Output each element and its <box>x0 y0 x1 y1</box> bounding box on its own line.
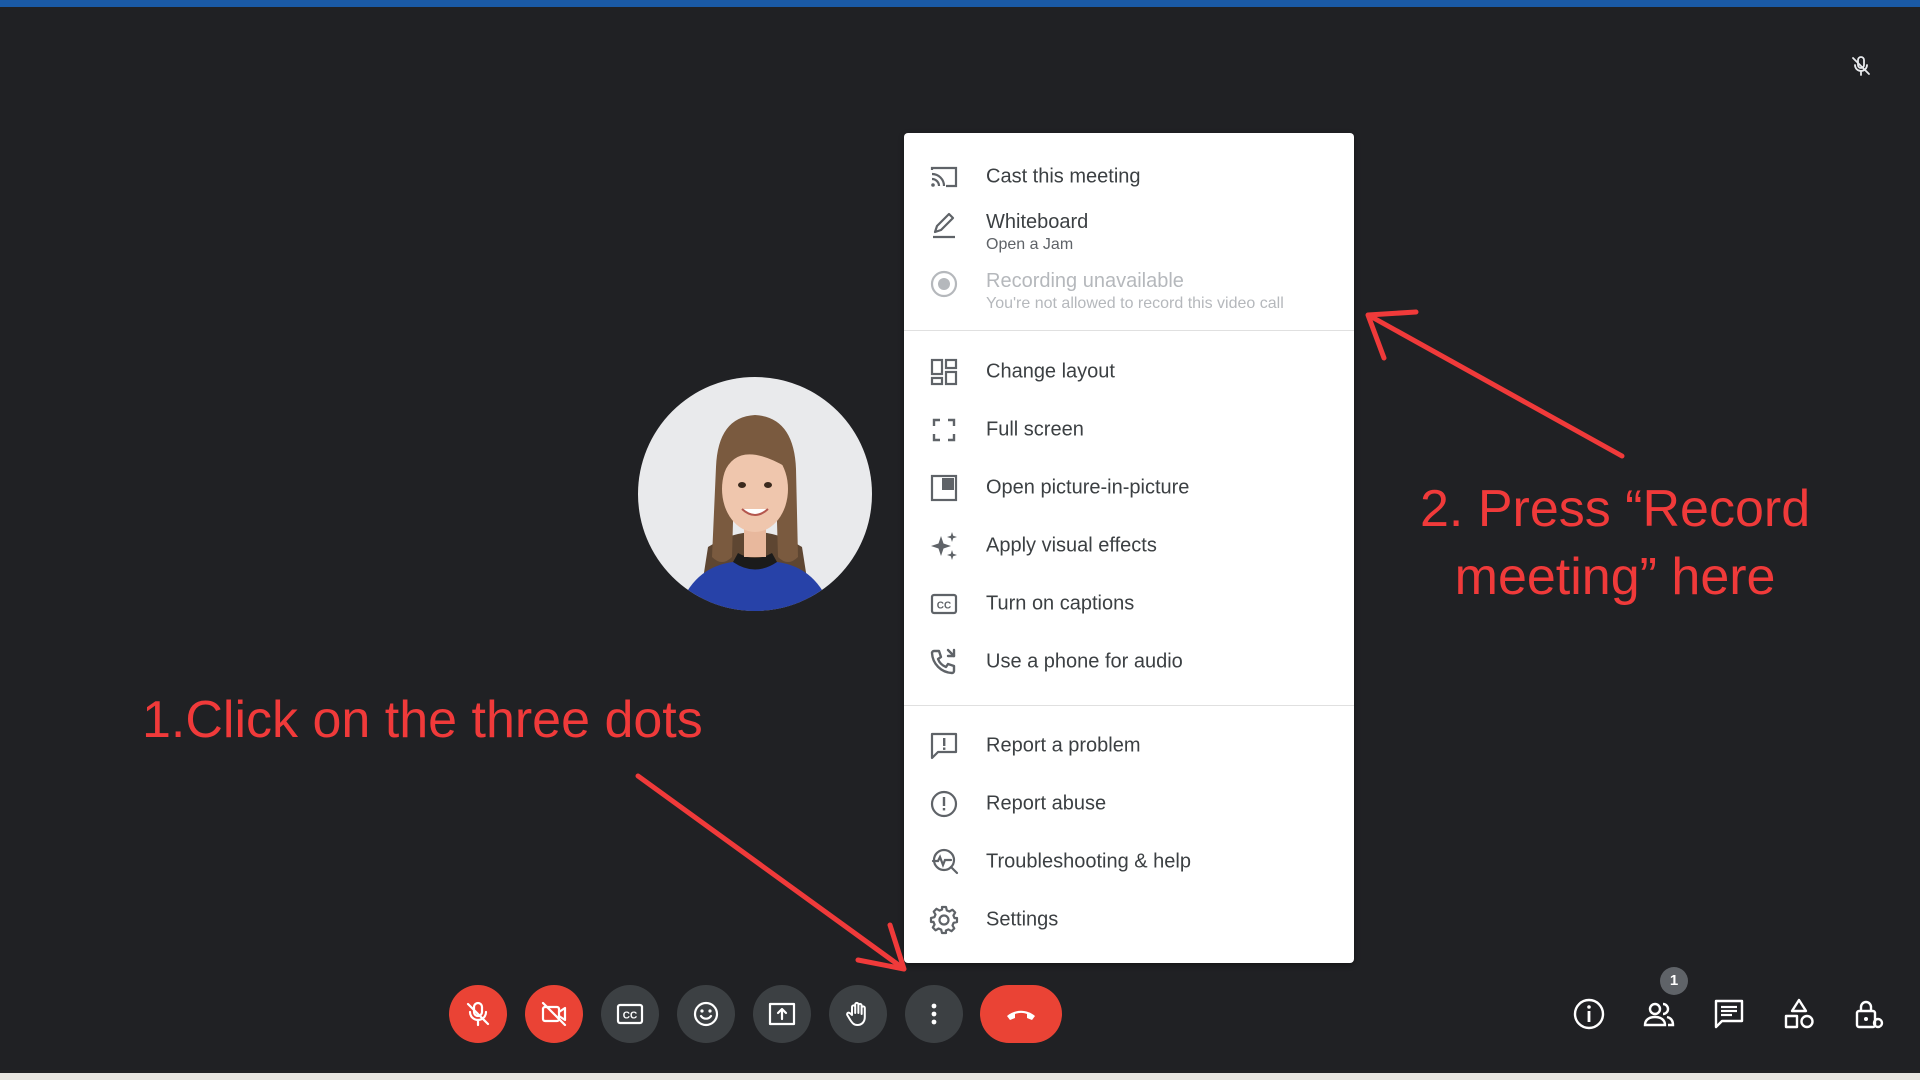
emoji-icon <box>693 1001 719 1027</box>
menu-item-full-screen[interactable]: Full screen <box>904 401 1354 459</box>
menu-item-change-layout[interactable]: Change layout <box>904 343 1354 401</box>
annotation-step-2-line-1: 2. Press “Record <box>1420 480 1811 538</box>
menu-item-label: Troubleshooting & help <box>986 850 1191 873</box>
menu-item-troubleshooting[interactable]: Troubleshooting & help <box>904 833 1354 891</box>
troubleshoot-icon <box>928 846 960 878</box>
menu-item-report-abuse[interactable]: Report abuse <box>904 775 1354 833</box>
menu-item-visual-effects[interactable]: Apply visual effects <box>904 517 1354 575</box>
arrow-to-three-dots <box>635 773 903 969</box>
chat-icon <box>1714 999 1744 1029</box>
menu-item-recording: Recording unavailable You're not allowed… <box>904 255 1354 313</box>
more-options-button[interactable] <box>905 985 963 1043</box>
participant-count-badge: 1 <box>1660 967 1688 995</box>
menu-item-phone-audio[interactable]: Use a phone for audio <box>904 633 1354 691</box>
host-controls-button[interactable] <box>1851 996 1887 1032</box>
menu-item-whiteboard[interactable]: Whiteboard Open a Jam <box>904 196 1354 254</box>
menu-item-label: Full screen <box>986 418 1084 441</box>
captions-icon: CC <box>616 1003 644 1025</box>
mic-off-indicator-icon <box>1849 54 1873 78</box>
menu-item-label: Settings <box>986 908 1059 931</box>
mic-off-icon <box>466 1001 490 1027</box>
menu-item-label: Whiteboard <box>986 211 1089 233</box>
feedback-icon <box>928 730 960 762</box>
raise-hand-button[interactable] <box>829 985 887 1043</box>
hand-icon <box>846 1001 866 1026</box>
activities-button[interactable] <box>1781 996 1817 1032</box>
present-screen-button[interactable] <box>753 985 811 1043</box>
arrow-head-recording <box>1365 309 1419 361</box>
menu-item-settings[interactable]: Settings <box>904 891 1354 949</box>
captions-button[interactable]: CC <box>601 985 659 1043</box>
svg-text:CC: CC <box>623 1011 637 1022</box>
layout-icon <box>928 356 960 388</box>
menu-divider <box>904 330 1354 331</box>
menu-item-report-problem[interactable]: Report a problem <box>904 717 1354 775</box>
captions-icon: CC <box>928 588 960 620</box>
present-icon <box>768 1002 796 1026</box>
shapes-icon <box>1784 998 1814 1029</box>
hang-up-icon <box>1007 1010 1035 1020</box>
menu-item-subtitle: You're not allowed to record this video … <box>986 295 1284 312</box>
alert-icon <box>928 788 960 820</box>
fullscreen-icon <box>928 414 960 446</box>
pip-icon <box>928 472 960 504</box>
menu-divider <box>904 705 1354 706</box>
menu-item-label: Cast this meeting <box>986 165 1141 188</box>
menu-item-label: Use a phone for audio <box>986 650 1183 673</box>
meeting-details-button[interactable] <box>1571 996 1607 1032</box>
people-icon <box>1643 1002 1675 1027</box>
menu-item-subtitle: Open a Jam <box>986 236 1074 253</box>
menu-item-label: Apply visual effects <box>986 534 1157 557</box>
gear-icon <box>928 904 960 936</box>
menu-item-picture-in-picture[interactable]: Open picture-in-picture <box>904 459 1354 517</box>
camera-toggle-button[interactable] <box>525 985 583 1043</box>
microphone-toggle-button[interactable] <box>449 985 507 1043</box>
svg-text:CC: CC <box>937 601 951 612</box>
participant-avatar <box>638 377 872 611</box>
info-icon <box>1573 998 1605 1030</box>
more-options-menu: Cast this meeting Whiteboard Open a Jam … <box>904 133 1354 963</box>
arrow-to-recording <box>1367 313 1625 459</box>
menu-item-label: Report a problem <box>986 734 1141 757</box>
cast-icon <box>928 161 960 193</box>
camera-off-icon <box>541 1001 567 1027</box>
menu-item-label: Open picture-in-picture <box>986 476 1190 499</box>
annotation-step-2-line-2: meeting” here <box>1454 548 1776 606</box>
arrow-head-three-dots <box>855 922 907 972</box>
three-dots-icon <box>931 1003 937 1025</box>
annotation-step-1: 1.Click on the three dots <box>142 691 703 749</box>
top-bar <box>0 0 1920 7</box>
people-button[interactable] <box>1641 996 1677 1032</box>
chat-button[interactable] <box>1711 996 1747 1032</box>
menu-item-label: Change layout <box>986 360 1115 383</box>
pencil-icon <box>928 209 960 241</box>
menu-item-label: Report abuse <box>986 792 1107 815</box>
phone-icon <box>928 646 960 678</box>
menu-item-label: Turn on captions <box>986 592 1135 615</box>
bottom-strip <box>0 1073 1920 1080</box>
emoji-reactions-button[interactable] <box>677 985 735 1043</box>
end-call-button[interactable] <box>980 985 1062 1043</box>
menu-item-label: Recording unavailable <box>986 270 1184 292</box>
annotation-step-2: 2. Press “Record meeting” here <box>1420 475 1810 611</box>
sparkle-icon <box>928 530 960 562</box>
menu-item-captions[interactable]: CC Turn on captions <box>904 575 1354 633</box>
lock-icon <box>1855 1000 1884 1029</box>
record-icon <box>928 268 960 300</box>
